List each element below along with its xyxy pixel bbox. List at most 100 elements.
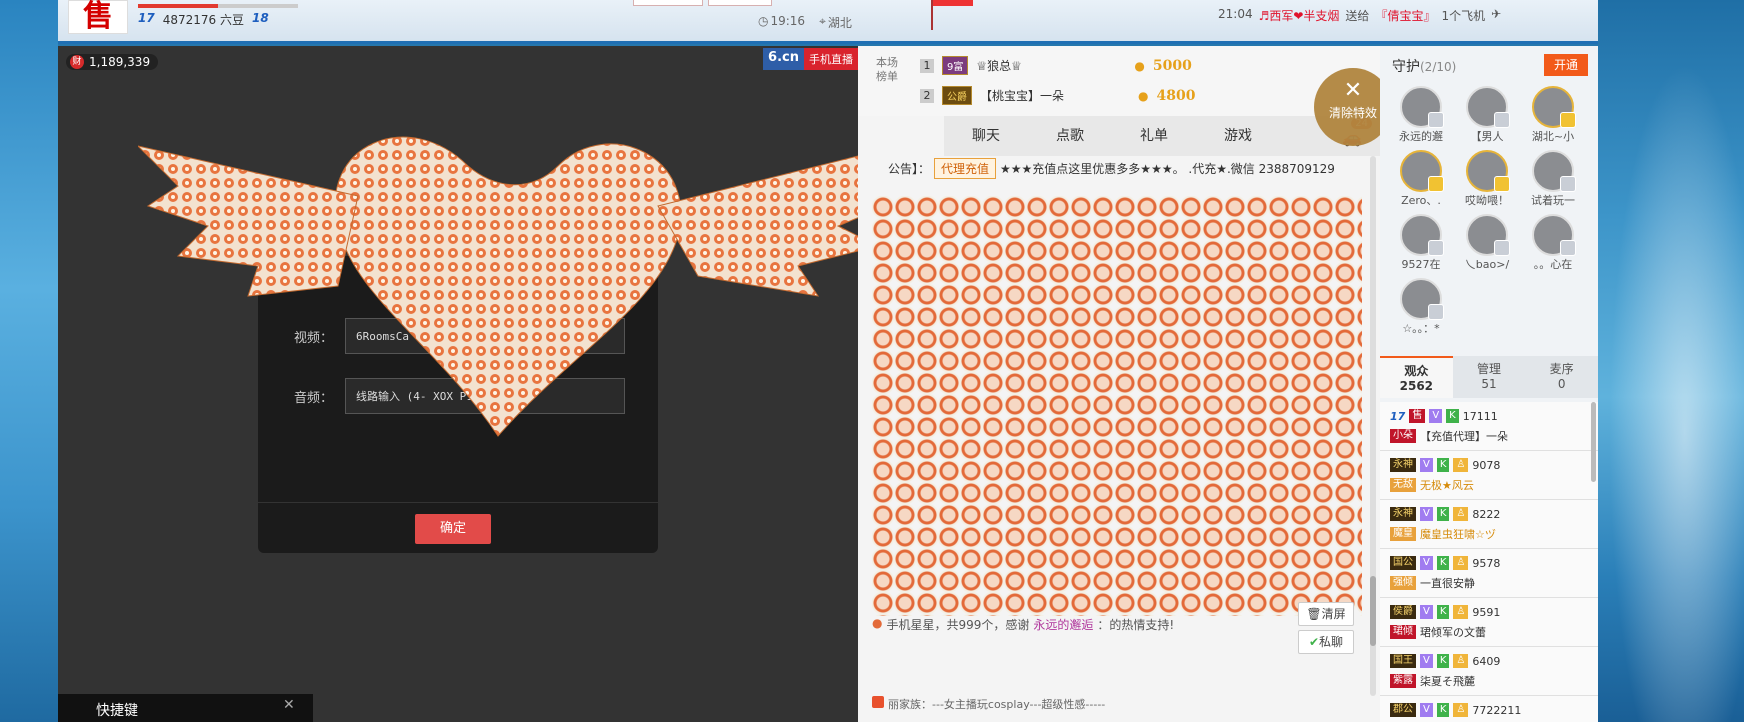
open-guard-button[interactable]: 开通 xyxy=(1544,54,1588,76)
avatar xyxy=(1400,278,1444,320)
user-id: 9078 xyxy=(1472,458,1501,472)
audience-list: 17 售 V K 17111 小朵 【充值代理】一朵 永神 V K ♙ 9078 无敌 无极★风云 … xyxy=(1380,402,1598,722)
gift-thanks-message: ● 手机星星，共999个，感谢 永远的邂逅 ：的热情支持! xyxy=(872,616,1174,633)
guard-item[interactable]: 湖北~小 xyxy=(1520,86,1586,144)
fan-tag: 珺倾 xyxy=(1390,625,1416,639)
rank-number: 2 xyxy=(920,88,934,103)
list-item[interactable]: 国王 V K ♙ 6409 紫露 柒夏そ飛麓 xyxy=(1380,647,1598,696)
rank-coins: 4800 xyxy=(1156,87,1196,104)
chat-scrollbar[interactable] xyxy=(1370,156,1376,696)
guard-name: ☆。。：* xyxy=(1402,322,1440,335)
chat-scrollbar-thumb[interactable] xyxy=(1370,576,1376,646)
private-chat-button[interactable]: ✔私聊 xyxy=(1298,630,1354,654)
list-item[interactable]: 侯爵 V K ♙ 9591 珺倾 珺倾军の文蕾 xyxy=(1380,598,1598,647)
close-icon[interactable]: ✕ xyxy=(283,697,295,713)
tab-audience[interactable]: 观众 2562 xyxy=(1380,356,1453,398)
tab-games[interactable]: 游戏 xyxy=(1196,116,1280,156)
audio-select[interactable]: 线路输入 (4- XOX P10 1 xyxy=(345,378,626,414)
close-icon: ✕ xyxy=(1343,78,1363,103)
user-id: 17111 xyxy=(1462,409,1498,423)
guard-item[interactable]: 哎呦喂！ xyxy=(1454,150,1520,208)
tab-admins[interactable]: 管理 51 xyxy=(1453,356,1526,398)
announcement-tag[interactable]: 代理充值 xyxy=(934,158,997,179)
guard-item[interactable]: 9527在 xyxy=(1388,214,1454,272)
tab-mic-queue[interactable]: 麦序 0 xyxy=(1525,356,1598,398)
list-item[interactable]: 永神 V K ♙ 9078 无敌 无极★风云 xyxy=(1380,451,1598,500)
guard-item[interactable]: 试着玩一 xyxy=(1520,150,1586,208)
guard-title: 守护 xyxy=(1392,59,1420,75)
list-item[interactable]: 国公 V K ♙ 9578 强倾 一直很安静 xyxy=(1380,549,1598,598)
rank-row[interactable]: 1 9富 ♕狼总♕ ● 5000 xyxy=(920,56,1192,75)
top-button-1[interactable] xyxy=(633,0,703,6)
user-name: 【充值代理】一朵 xyxy=(1420,430,1508,443)
vip-icon: V xyxy=(1420,703,1433,717)
guard-item[interactable]: 。。心在 xyxy=(1520,214,1586,272)
tab-active[interactable] xyxy=(858,116,944,156)
guard-item[interactable]: 永远的邂 xyxy=(1388,86,1454,144)
guard-name: 哎呦喂！ xyxy=(1465,194,1509,207)
k-icon: K xyxy=(1436,654,1450,668)
ticker-text[interactable]: 丽家族：---女主播玩cosplay---超级性感----- xyxy=(888,696,1105,712)
tab-gifts[interactable]: 礼单 xyxy=(1112,116,1196,156)
vip-icon: V xyxy=(1420,654,1433,668)
user-logo[interactable]: 售 xyxy=(68,0,128,34)
tab-songs[interactable]: 点歌 xyxy=(1028,116,1112,156)
audio-label: 音频： xyxy=(294,390,334,406)
avatar xyxy=(1532,86,1576,128)
guard-name: 湖北~小 xyxy=(1531,130,1575,143)
list-item[interactable]: 郡公 V K ♙ 7722211 xyxy=(1380,696,1598,722)
broadcast-target[interactable]: 『倩宝宝』 xyxy=(1375,7,1435,24)
thanks-user[interactable]: 永远的邂逅 xyxy=(1033,616,1093,633)
rank-user: 【桃宝宝】一朵 xyxy=(980,89,1065,103)
guard-name: 试着玩一 xyxy=(1531,194,1575,207)
wealth-value: 1,189,339 xyxy=(89,55,151,69)
guard-list: 永远的邂 【男人 湖北~小 Zero、. 哎呦喂！ 试着玩一 9527在 乀ba… xyxy=(1388,86,1588,336)
broadcast-time: 21:04 xyxy=(1218,7,1253,21)
broadcast-sender[interactable]: ♬西军❤半支烟 xyxy=(1259,7,1340,24)
vip-icon: V xyxy=(1420,556,1433,570)
tab-mic-queue-count: 0 xyxy=(1557,377,1566,391)
clock-icon: ◷ xyxy=(758,14,769,28)
k-icon: K xyxy=(1436,605,1450,619)
clear-screen-button[interactable]: 🗑清屏 xyxy=(1298,602,1354,626)
video-player[interactable]: 财 1,189,339 6.cn 手机直播 视频： 6RoomsCa 音频： 线… xyxy=(58,46,858,722)
confirm-button[interactable]: 确定 xyxy=(415,514,491,544)
guard-item[interactable]: Zero、. xyxy=(1388,150,1454,208)
guard-name: 永远的邂 xyxy=(1399,130,1443,143)
guard-item[interactable]: 【男人 xyxy=(1454,86,1520,144)
guard-name: 9527在 xyxy=(1401,258,1441,271)
avatar xyxy=(1532,150,1576,192)
avatar xyxy=(1400,214,1444,256)
user-icon: ♙ xyxy=(1453,507,1469,521)
brand-mobile: 手机直播 xyxy=(804,48,858,70)
tab-admins-label: 管理 xyxy=(1477,362,1502,376)
flag-icon xyxy=(931,0,973,30)
guard-item[interactable]: ☆。。：* xyxy=(1388,278,1454,336)
trash-icon: 🗑 xyxy=(1306,607,1322,621)
rank-row[interactable]: 2 公爵 【桃宝宝】一朵 ● 4800 xyxy=(920,86,1195,105)
list-item[interactable]: 永神 V K ♙ 8222 魔皇 魔皇虫狂啸☆ヅ xyxy=(1380,500,1598,549)
user-icon: ♙ xyxy=(1453,605,1469,619)
brand-logo: 6.cn 手机直播 xyxy=(763,48,858,70)
k-icon: K xyxy=(1436,458,1450,472)
fan-tag: 无敌 xyxy=(1390,478,1416,492)
user-name: 柒夏そ飛麓 xyxy=(1420,675,1475,688)
user-id: 9591 xyxy=(1472,605,1501,619)
level-next: 18 xyxy=(251,11,269,25)
guard-item[interactable]: 乀bao>/ xyxy=(1454,214,1520,272)
user-level: 永神 xyxy=(1390,507,1416,521)
vip-icon: V xyxy=(1420,605,1433,619)
gift-animation-field xyxy=(872,196,1362,616)
gift-broadcast: 21:04 ♬西军❤半支烟 送给 『倩宝宝』 1个飞机 ✈ xyxy=(1218,7,1501,24)
video-select[interactable]: 6RoomsCa xyxy=(345,318,626,354)
hotkey-panel[interactable]: 快捷键 ✕ xyxy=(58,694,313,722)
broadcast-gift: 1个飞机 xyxy=(1441,9,1486,23)
tab-chat[interactable]: 聊天 xyxy=(944,116,1028,156)
audience-scrollbar[interactable] xyxy=(1591,402,1596,482)
top-button-2[interactable] xyxy=(708,0,772,6)
list-item[interactable]: 17 售 V K 17111 小朵 【充值代理】一朵 xyxy=(1380,402,1598,451)
desktop-background-left xyxy=(0,0,58,722)
user-level: 国王 xyxy=(1390,654,1416,668)
plane-icon: ✈ xyxy=(1491,7,1502,21)
rank-label[interactable]: 本场榜单 xyxy=(872,56,902,84)
